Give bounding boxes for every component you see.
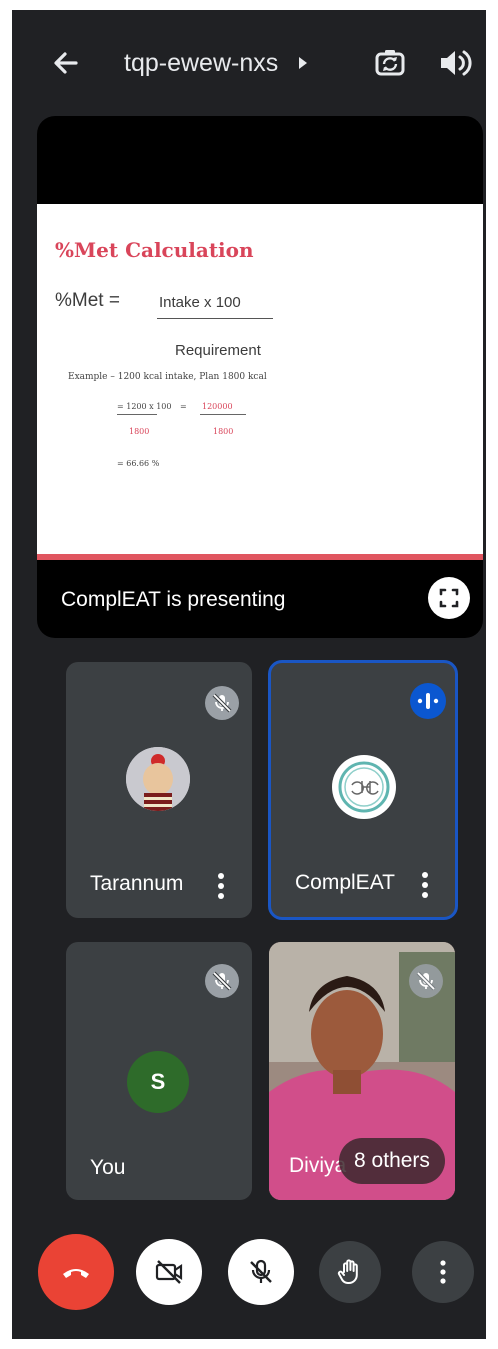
switch-camera-icon[interactable] — [370, 43, 410, 83]
slide-calc-denominator: 1800 — [129, 427, 150, 436]
others-count-badge[interactable]: 8 others — [339, 1138, 445, 1184]
participant-name: ComplEAT — [295, 871, 395, 894]
participant-tile-tarannum[interactable]: Tarannum — [66, 662, 252, 918]
slide-calc-denominator-2: 1800 — [213, 427, 234, 436]
camera-off-icon — [155, 1260, 183, 1284]
participant-name: Tarannum — [90, 872, 184, 895]
avatar: S — [127, 1051, 189, 1113]
mic-off-icon — [250, 1259, 272, 1283]
more-vert-icon — [440, 1260, 446, 1284]
more-vert-icon[interactable] — [419, 870, 431, 900]
mic-off-icon — [409, 964, 443, 998]
participant-name: Diviya — [289, 1154, 347, 1177]
slide-calc-line-2 — [200, 414, 246, 415]
slide-calc-line — [117, 414, 157, 415]
slide-calc-numerator-2: 120000 — [202, 402, 233, 411]
mic-off-icon — [205, 964, 239, 998]
chevron-right-icon[interactable] — [296, 54, 310, 72]
slide-bottom-border — [37, 554, 483, 560]
participant-tile-you[interactable]: S You — [66, 942, 252, 1200]
participant-tile-compleat[interactable]: ComplEAT — [268, 660, 458, 920]
end-call-button[interactable] — [38, 1234, 114, 1310]
arrow-back-icon[interactable] — [46, 43, 86, 83]
meeting-code[interactable]: tqp-ewew-nxs — [124, 47, 278, 79]
end-call-icon — [63, 1269, 89, 1278]
slide-formula-numerator: Intake x 100 — [159, 294, 241, 311]
avatar — [332, 755, 396, 819]
raise-hand-button[interactable] — [319, 1241, 381, 1303]
slide-calc-numerator: = 1200 x 100 — [117, 402, 172, 411]
shared-slide: %Met Calculation %Met = Intake x 100 Req… — [37, 204, 483, 554]
raise-hand-icon — [337, 1259, 358, 1284]
slide-result: = 66.66 % — [117, 459, 160, 468]
top-bar: tqp-ewew-nxs — [12, 10, 486, 110]
fullscreen-icon — [439, 588, 459, 608]
slide-title: %Met Calculation — [55, 238, 254, 262]
presentation-panel[interactable]: %Met Calculation %Met = Intake x 100 Req… — [37, 116, 483, 638]
slide-formula-lhs: %Met = — [55, 290, 120, 311]
more-options-button[interactable] — [412, 1241, 474, 1303]
participant-name: You — [90, 1156, 126, 1179]
slide-fraction-line — [157, 318, 273, 319]
participant-tile-diviya[interactable]: Diviya 8 others — [269, 942, 455, 1200]
slide-formula-denominator: Requirement — [175, 342, 261, 359]
camera-toggle-button[interactable] — [136, 1239, 202, 1305]
fullscreen-button[interactable] — [428, 577, 470, 619]
mic-toggle-button[interactable] — [228, 1239, 294, 1305]
mic-off-icon — [205, 686, 239, 720]
speaker-icon[interactable] — [436, 44, 474, 82]
avatar — [126, 747, 190, 811]
more-vert-icon[interactable] — [215, 871, 227, 901]
slide-example: Example – 1200 kcal intake, Plan 1800 kc… — [68, 372, 267, 382]
speaking-indicator-icon — [410, 683, 446, 719]
slide-calc-equals: = — [180, 402, 187, 411]
presenter-label: ComplEAT is presenting — [61, 588, 286, 611]
meet-screen: tqp-ewew-nxs %Met Calculation %Met = Int… — [12, 10, 486, 1339]
